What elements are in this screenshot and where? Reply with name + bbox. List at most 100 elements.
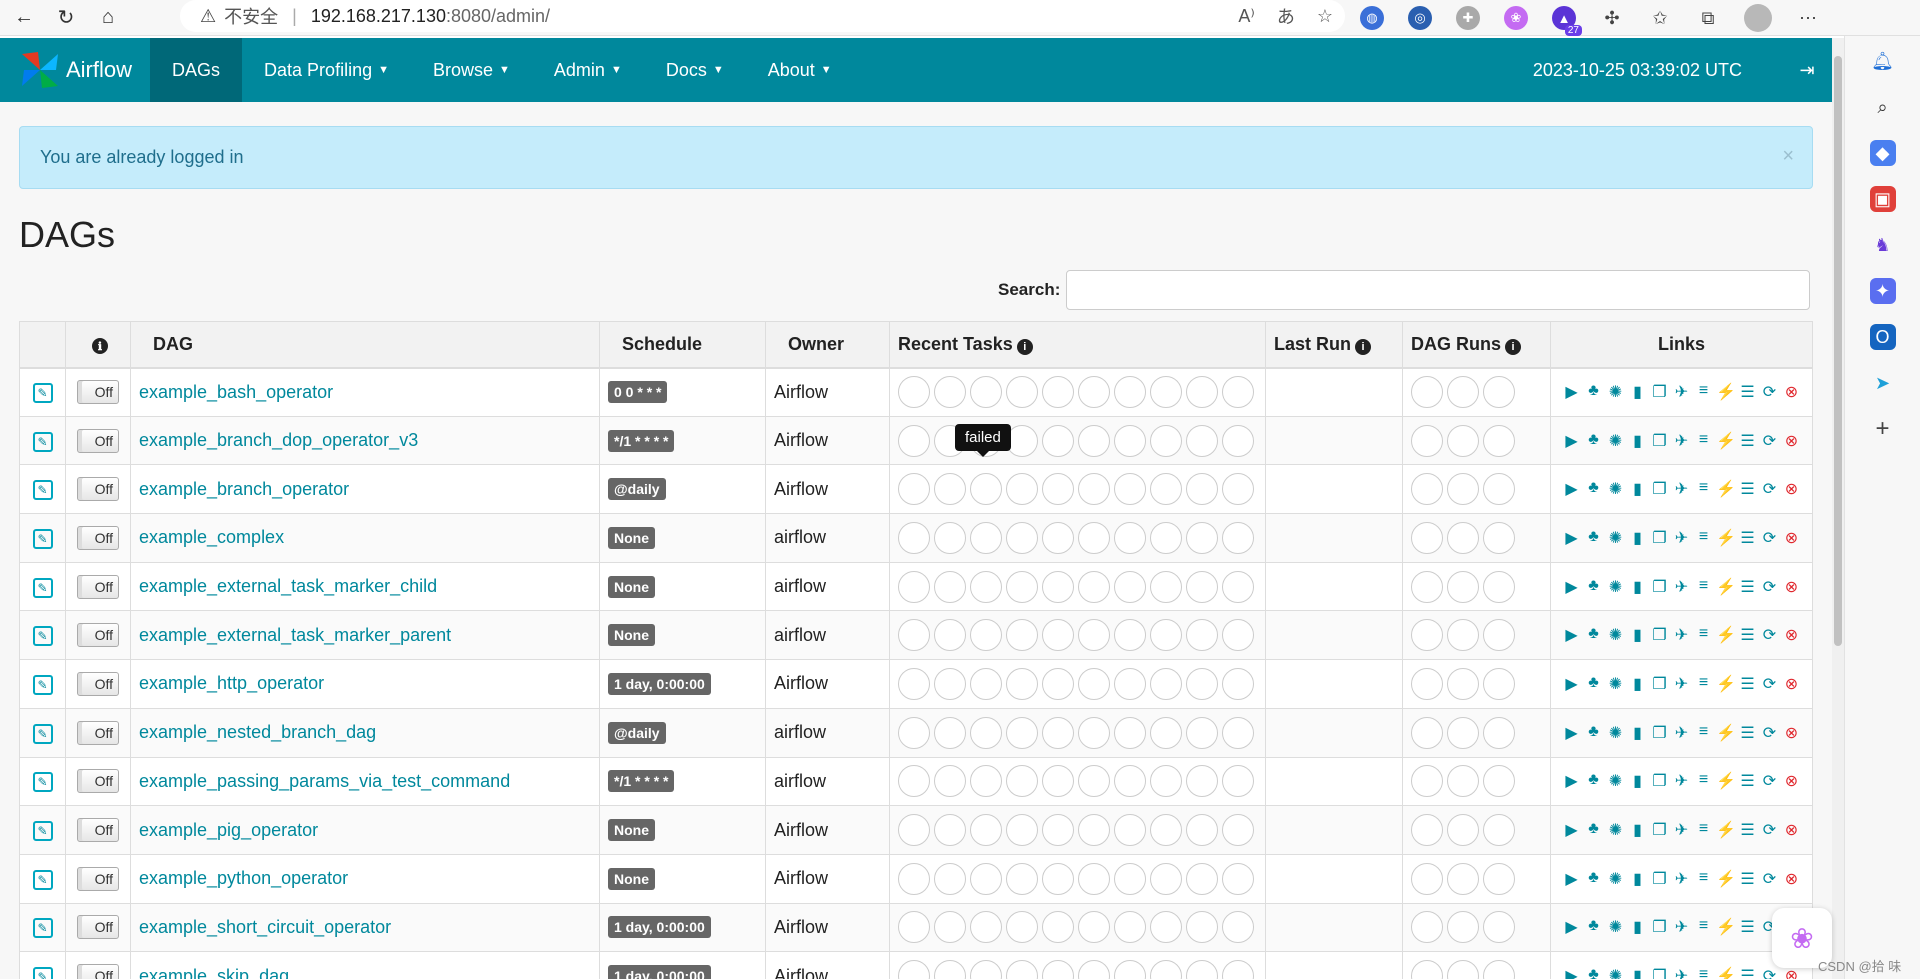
logs-icon[interactable]: ☰ <box>1738 723 1757 743</box>
task-status-circle[interactable] <box>898 911 930 944</box>
globe-extension-icon[interactable]: ◍ <box>1360 6 1384 30</box>
logs-icon[interactable]: ☰ <box>1738 771 1757 791</box>
nav-data-profiling[interactable]: Data Profiling ▼ <box>242 38 411 102</box>
dag-toggle[interactable]: Off <box>77 964 119 979</box>
task-status-circle[interactable] <box>1186 424 1218 457</box>
tries-chart-icon[interactable]: ▮ <box>1628 917 1647 937</box>
task-status-circle[interactable] <box>1186 765 1218 798</box>
task-status-circle[interactable] <box>1150 619 1182 652</box>
task-status-circle[interactable] <box>934 473 966 506</box>
task-status-circle[interactable] <box>1042 570 1074 603</box>
task-status-circle[interactable] <box>1078 376 1110 409</box>
duration-icon[interactable]: ❐ <box>1650 820 1669 840</box>
graph-view-icon[interactable]: ✺ <box>1606 820 1625 840</box>
home-icon[interactable]: ⌂ <box>90 0 126 36</box>
graph-view-icon[interactable]: ✺ <box>1606 674 1625 694</box>
logs-icon[interactable]: ☰ <box>1738 431 1757 451</box>
tree-view-icon[interactable]: ♣ <box>1584 625 1603 645</box>
task-status-circle[interactable] <box>898 765 930 798</box>
task-status-circle[interactable] <box>1222 473 1254 506</box>
run-status-circle[interactable] <box>1447 521 1479 554</box>
task-status-circle[interactable] <box>898 376 930 409</box>
gantt-icon[interactable]: ✈ <box>1672 723 1691 743</box>
code-icon[interactable]: ⚡ <box>1716 917 1736 937</box>
task-status-circle[interactable] <box>970 521 1002 554</box>
dag-toggle[interactable]: Off <box>77 623 119 648</box>
trigger-dag-icon[interactable]: ▶ <box>1562 917 1581 937</box>
task-status-circle[interactable] <box>1150 570 1182 603</box>
run-status-circle[interactable] <box>1483 862 1515 895</box>
task-status-circle[interactable] <box>1078 521 1110 554</box>
run-status-circle[interactable] <box>1483 765 1515 798</box>
task-status-circle[interactable] <box>1186 960 1218 979</box>
task-status-circle[interactable] <box>1114 911 1146 944</box>
run-status-circle[interactable] <box>1483 814 1515 847</box>
tries-chart-icon[interactable]: ▮ <box>1628 674 1647 694</box>
run-status-circle[interactable] <box>1447 667 1479 700</box>
task-status-circle[interactable] <box>898 619 930 652</box>
task-status-circle[interactable] <box>934 960 966 979</box>
graph-view-icon[interactable]: ✺ <box>1606 479 1625 499</box>
run-status-circle[interactable] <box>1483 911 1515 944</box>
task-status-circle[interactable] <box>1042 619 1074 652</box>
favorite-add-icon[interactable]: ☆ <box>1317 6 1333 27</box>
run-status-circle[interactable] <box>1483 570 1515 603</box>
search-input[interactable] <box>1066 270 1811 310</box>
task-status-circle[interactable] <box>970 376 1002 409</box>
header-owner[interactable]: Owner <box>765 321 890 369</box>
run-status-circle[interactable] <box>1411 619 1443 652</box>
delete-dag-icon[interactable]: ⊗ <box>1782 674 1801 694</box>
dag-toggle[interactable]: Off <box>77 380 119 405</box>
run-status-circle[interactable] <box>1411 960 1443 979</box>
task-status-circle[interactable] <box>1114 716 1146 749</box>
tree-view-icon[interactable]: ♣ <box>1584 869 1603 889</box>
landing-times-icon[interactable]: ≡ <box>1694 479 1713 499</box>
refresh-dag-icon[interactable]: ⟳ <box>1760 431 1779 451</box>
trigger-dag-icon[interactable]: ▶ <box>1562 820 1581 840</box>
trigger-dag-icon[interactable]: ▶ <box>1562 479 1581 499</box>
landing-times-icon[interactable]: ≡ <box>1694 820 1713 840</box>
task-status-circle[interactable] <box>1222 960 1254 979</box>
trigger-dag-icon[interactable]: ▶ <box>1562 771 1581 791</box>
task-status-circle[interactable] <box>1114 667 1146 700</box>
gantt-icon[interactable]: ✈ <box>1672 479 1691 499</box>
task-status-circle[interactable] <box>1078 473 1110 506</box>
logout-icon[interactable]: ⇥ <box>1782 38 1832 102</box>
brand-logo[interactable]: Airflow <box>0 38 150 102</box>
task-status-circle[interactable] <box>1150 424 1182 457</box>
gantt-icon[interactable]: ✈ <box>1672 382 1691 402</box>
dag-toggle[interactable]: Off <box>77 477 119 502</box>
task-status-circle[interactable] <box>898 473 930 506</box>
delete-dag-icon[interactable]: ⊗ <box>1782 966 1801 979</box>
task-status-circle[interactable] <box>1222 667 1254 700</box>
refresh-dag-icon[interactable]: ⟳ <box>1760 625 1779 645</box>
task-status-circle[interactable] <box>1078 765 1110 798</box>
task-status-circle[interactable] <box>1042 911 1074 944</box>
task-status-circle[interactable] <box>1078 619 1110 652</box>
gantt-icon[interactable]: ✈ <box>1672 625 1691 645</box>
task-status-circle[interactable] <box>1042 521 1074 554</box>
trigger-dag-icon[interactable]: ▶ <box>1562 431 1581 451</box>
logs-icon[interactable]: ☰ <box>1738 528 1757 548</box>
task-status-circle[interactable] <box>1078 667 1110 700</box>
task-status-circle[interactable] <box>1150 862 1182 895</box>
task-status-circle[interactable] <box>1222 765 1254 798</box>
task-status-circle[interactable] <box>1114 473 1146 506</box>
header-dag[interactable]: DAG <box>130 321 600 369</box>
edit-icon[interactable]: ✎ <box>32 674 53 695</box>
delete-dag-icon[interactable]: ⊗ <box>1782 869 1801 889</box>
scrollbar-thumb[interactable] <box>1834 56 1842 646</box>
run-status-circle[interactable] <box>1483 521 1515 554</box>
run-status-circle[interactable] <box>1483 376 1515 409</box>
landing-times-icon[interactable]: ≡ <box>1694 528 1713 548</box>
edit-icon[interactable]: ✎ <box>32 480 53 501</box>
task-status-circle[interactable] <box>1186 716 1218 749</box>
landing-times-icon[interactable]: ≡ <box>1694 577 1713 597</box>
code-icon[interactable]: ⚡ <box>1716 431 1736 451</box>
code-icon[interactable]: ⚡ <box>1716 674 1736 694</box>
gantt-icon[interactable]: ✈ <box>1672 674 1691 694</box>
task-status-circle[interactable] <box>1186 619 1218 652</box>
task-status-circle[interactable] <box>970 960 1002 979</box>
task-status-circle[interactable] <box>1150 473 1182 506</box>
dag-link[interactable]: example_passing_params_via_test_command <box>139 771 510 791</box>
